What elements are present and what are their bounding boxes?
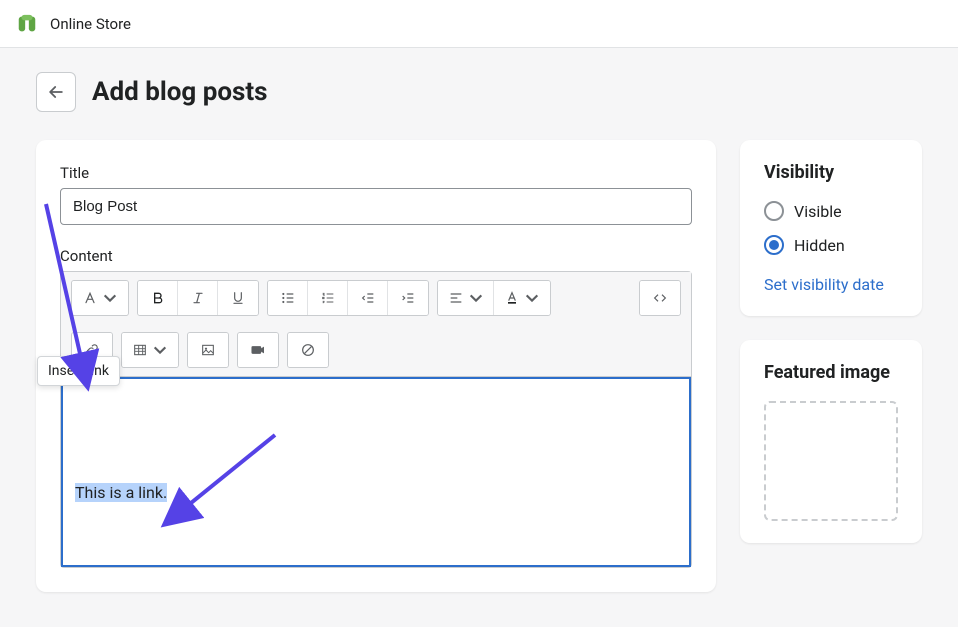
title-label: Title [60, 164, 692, 182]
numbered-list-icon [320, 290, 336, 306]
insert-video-button[interactable] [238, 333, 278, 367]
text-color-icon [504, 290, 520, 306]
featured-image-dropzone[interactable] [764, 401, 898, 521]
insert-image-button[interactable] [188, 333, 228, 367]
code-view-button[interactable] [640, 281, 680, 315]
numbered-list-button[interactable] [308, 281, 348, 315]
align-icon [448, 290, 464, 306]
insert-link-tooltip: Insert link [37, 356, 120, 386]
outdent-button[interactable] [348, 281, 388, 315]
chevron-down-icon [152, 342, 168, 358]
underline-button[interactable] [218, 281, 258, 315]
title-input[interactable] [60, 188, 692, 225]
featured-image-title: Featured image [764, 362, 898, 383]
main-card: Title Content [36, 140, 716, 592]
chevron-down-icon [468, 290, 484, 306]
visibility-option-hidden[interactable]: Hidden [764, 235, 898, 255]
font-family-button[interactable] [72, 281, 128, 315]
radio-icon [764, 201, 784, 221]
app-logo-icon [16, 13, 38, 35]
visibility-card: Visibility Visible Hidden Set visibility… [740, 140, 922, 316]
table-icon [132, 342, 148, 358]
outdent-icon [360, 290, 376, 306]
clear-formatting-button[interactable] [288, 333, 328, 367]
bullet-list-button[interactable] [268, 281, 308, 315]
page-title: Add blog posts [92, 77, 268, 107]
code-icon [652, 290, 668, 306]
content-label: Content [60, 247, 692, 265]
underline-icon [230, 290, 246, 306]
bullet-list-icon [280, 290, 296, 306]
clear-format-icon [300, 342, 316, 358]
editor-sample-text[interactable]: This is a link. [75, 483, 167, 502]
editor-toolbar: Insert link [61, 272, 691, 377]
indent-icon [400, 290, 416, 306]
insert-table-button[interactable] [122, 333, 178, 367]
visibility-title: Visibility [764, 162, 898, 183]
visibility-label: Visible [794, 202, 842, 221]
topbar-title: Online Store [50, 15, 131, 33]
bold-icon [150, 290, 166, 306]
image-icon [200, 342, 216, 358]
indent-button[interactable] [388, 281, 428, 315]
visibility-option-visible[interactable]: Visible [764, 201, 898, 221]
back-button[interactable] [36, 72, 76, 112]
page-header: Add blog posts [36, 72, 922, 112]
rich-text-editor: Insert link This is a link. [60, 271, 692, 568]
italic-icon [190, 290, 206, 306]
topbar: Online Store [0, 0, 958, 48]
align-button[interactable] [438, 281, 494, 315]
italic-button[interactable] [178, 281, 218, 315]
font-a-icon [82, 290, 98, 306]
text-color-button[interactable] [494, 281, 550, 315]
arrow-left-icon [46, 82, 66, 102]
radio-icon [764, 235, 784, 255]
set-visibility-date-link[interactable]: Set visibility date [764, 275, 884, 294]
chevron-down-icon [102, 290, 118, 306]
bold-button[interactable] [138, 281, 178, 315]
featured-image-card: Featured image [740, 340, 922, 543]
chevron-down-icon [524, 290, 540, 306]
video-icon [250, 342, 266, 358]
visibility-label: Hidden [794, 236, 845, 255]
editor-content-area[interactable]: This is a link. [61, 377, 691, 567]
